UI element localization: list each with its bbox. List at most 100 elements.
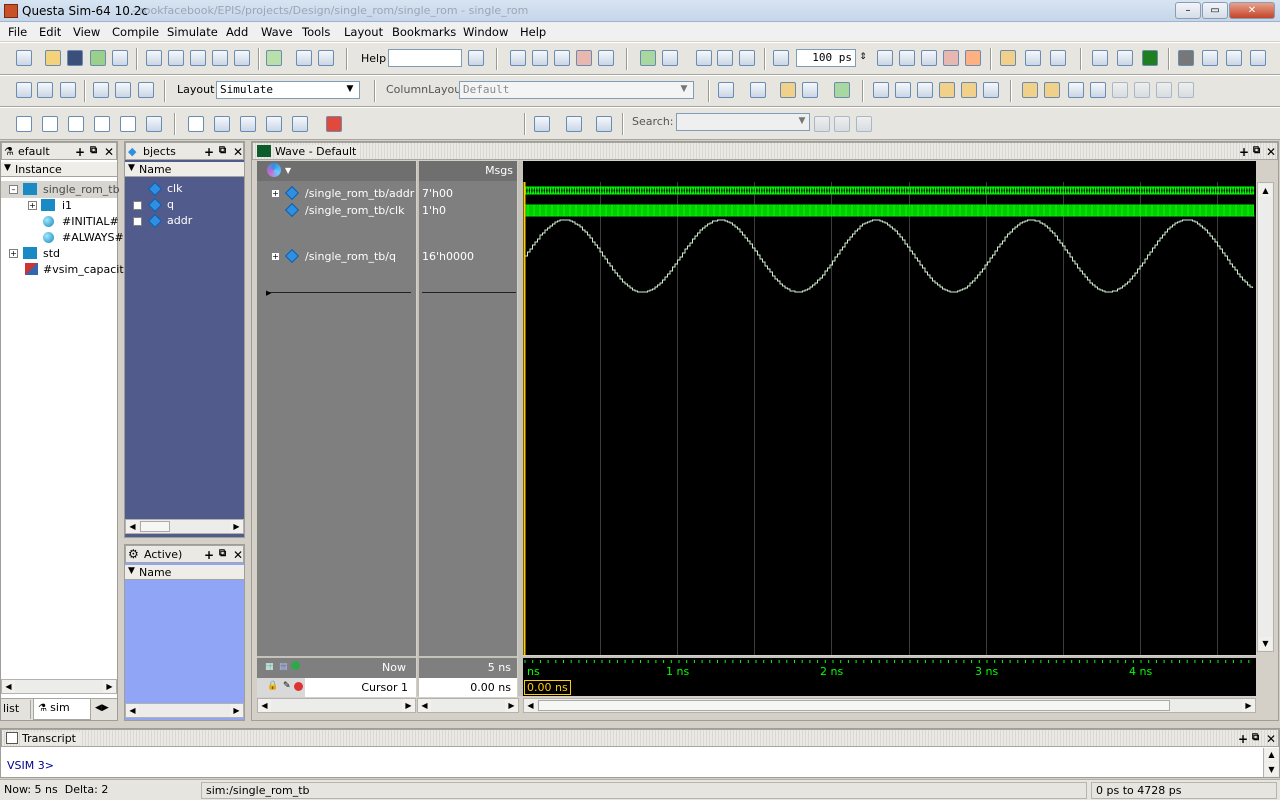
tab-sim[interactable]: ⚗ sim	[33, 699, 91, 720]
pane-close-icon[interactable]: ✕	[1266, 145, 1276, 159]
step-into-icon[interactable]	[16, 82, 32, 98]
run-all-icon[interactable]	[921, 50, 937, 66]
pane-close-icon[interactable]: ✕	[233, 145, 243, 159]
find-next-icon[interactable]	[318, 50, 334, 66]
cursor-value-cell[interactable]: 0.00 ns	[419, 678, 517, 697]
scroll-right-icon[interactable]: ▶	[103, 680, 116, 693]
wave-gray-icon[interactable]	[1178, 50, 1194, 66]
instance-hscrollbar[interactable]: ◀ ▶	[1, 679, 117, 694]
scroll-right-icon[interactable]: ▶	[1242, 699, 1255, 712]
scroll-up-icon[interactable]: ▲	[1265, 748, 1278, 761]
menu-compile[interactable]: Compile	[112, 25, 159, 39]
pane-undock-icon[interactable]: ⧉	[219, 145, 226, 156]
find-icon[interactable]	[296, 50, 312, 66]
scroll-right-icon[interactable]: ▶	[505, 699, 518, 712]
wave-row-clk[interactable]: /single_rom_tb/clk	[257, 202, 416, 219]
zoom-range-icon[interactable]	[961, 82, 977, 98]
tab-list[interactable]: list	[1, 700, 31, 719]
run-length-spinner[interactable]: ⇕	[856, 50, 870, 66]
scroll-left-icon[interactable]: ◀	[418, 699, 431, 712]
wave-hscrollbar[interactable]: ◀ ▶	[523, 698, 1256, 713]
scroll-left-icon[interactable]: ◀	[126, 520, 139, 533]
wave-step-icon[interactable]	[1202, 50, 1218, 66]
lock-icon[interactable]: 🔒	[267, 681, 278, 691]
tree-item-i1[interactable]: + i1	[1, 197, 117, 214]
processes-column-header[interactable]: ▼ Name	[125, 565, 244, 580]
internal-signal-icon[interactable]	[94, 116, 110, 132]
new-file-icon[interactable]	[16, 50, 32, 66]
zoom-cursor-icon[interactable]	[939, 82, 955, 98]
run-icon[interactable]	[877, 50, 893, 66]
library-icon[interactable]	[510, 50, 526, 66]
chevron-down-icon[interactable]: ▼	[677, 82, 691, 98]
zoom-mode-icon[interactable]	[214, 116, 230, 132]
step-over-icon[interactable]	[37, 82, 53, 98]
wave-signal-tools-icon[interactable]	[267, 163, 281, 177]
menu-add[interactable]: Add	[226, 25, 248, 39]
compile-icon[interactable]	[266, 50, 282, 66]
menu-edit[interactable]: Edit	[39, 25, 61, 39]
scroll-right-icon[interactable]: ▶	[402, 699, 415, 712]
chevron-down-icon[interactable]: ▼	[795, 114, 809, 130]
cursor-name-cell[interactable]: Cursor 1	[305, 678, 416, 697]
wave-edge-icon[interactable]	[1226, 50, 1242, 66]
menu-file[interactable]: File	[8, 25, 27, 39]
zoom-area-icon[interactable]	[983, 82, 999, 98]
pane-close-icon[interactable]: ✕	[1266, 732, 1276, 746]
hand-icon[interactable]	[1050, 50, 1066, 66]
next-transition-icon[interactable]	[1134, 82, 1150, 98]
maximize-button[interactable]: ▭	[1202, 2, 1228, 19]
profile-icon[interactable]	[1000, 50, 1016, 66]
print-icon[interactable]	[112, 50, 128, 66]
trace-forward-icon[interactable]	[566, 116, 582, 132]
zoom-in-icon[interactable]	[873, 82, 889, 98]
find-edge-icon[interactable]	[1178, 82, 1194, 98]
expand-icon[interactable]: +	[271, 189, 280, 198]
scroll-thumb[interactable]	[538, 700, 1170, 711]
help-search-icon[interactable]	[468, 50, 484, 66]
pane-undock-icon[interactable]: ⧉	[219, 548, 226, 559]
restart-icon[interactable]	[640, 50, 656, 66]
wave-pulse-icon[interactable]	[1250, 50, 1266, 66]
processes-hscrollbar[interactable]: ◀ ▶	[125, 703, 244, 718]
copy-icon[interactable]	[168, 50, 184, 66]
wave-format-icon[interactable]	[1092, 50, 1108, 66]
save-icon[interactable]	[67, 50, 83, 66]
wrench-icon[interactable]: ✎	[283, 681, 291, 691]
scroll-left-icon[interactable]: ◀	[524, 699, 537, 712]
stop-sim-icon[interactable]	[326, 116, 342, 132]
objects-column-header[interactable]: ▼ Name	[125, 162, 244, 177]
remove-cursor-icon[interactable]	[294, 682, 303, 691]
tab-scroll-icon[interactable]: ◀▶	[95, 703, 109, 713]
object-item-q[interactable]: + q	[125, 197, 244, 213]
step-out-icon[interactable]	[60, 82, 76, 98]
scroll-down-icon[interactable]: ▼	[1259, 637, 1272, 650]
trace-back-icon[interactable]	[534, 116, 550, 132]
edge-mode-icon[interactable]	[266, 116, 282, 132]
scroll-up-icon[interactable]: ▲	[1259, 184, 1272, 197]
transcript-vscrollbar[interactable]: ▲ ▼	[1263, 748, 1279, 777]
insert-cursor-icon[interactable]	[1022, 82, 1038, 98]
menu-simulate[interactable]: Simulate	[167, 25, 218, 39]
open-folder-icon[interactable]	[45, 50, 61, 66]
cursor-time-marker[interactable]: 0.00 ns	[524, 680, 571, 695]
step-into-all-icon[interactable]	[93, 82, 109, 98]
step-out-all-icon[interactable]	[138, 82, 154, 98]
values-hscrollbar[interactable]: ◀ ▶	[417, 698, 519, 713]
environment-icon[interactable]	[598, 50, 614, 66]
chevron-down-icon[interactable]: ▼	[343, 82, 357, 98]
search-icon[interactable]	[814, 116, 830, 132]
trace-all-icon[interactable]	[596, 116, 612, 132]
reload-icon[interactable]	[90, 50, 106, 66]
tree-item-initial[interactable]: #INITIAL#	[1, 213, 119, 230]
object-item-addr[interactable]: + addr	[125, 213, 244, 229]
pane-dock-icon[interactable]: +	[1239, 145, 1249, 159]
wave-options-icon[interactable]	[802, 82, 818, 98]
menu-layout[interactable]: Layout	[344, 25, 383, 39]
break-icon[interactable]	[576, 50, 592, 66]
next-edge-icon[interactable]	[1090, 82, 1106, 98]
object-item-clk[interactable]: clk	[125, 181, 244, 197]
add-cursor-icon[interactable]: ▦	[265, 662, 274, 672]
performance-icon[interactable]	[1025, 50, 1041, 66]
tree-item-std[interactable]: + std	[1, 245, 117, 262]
